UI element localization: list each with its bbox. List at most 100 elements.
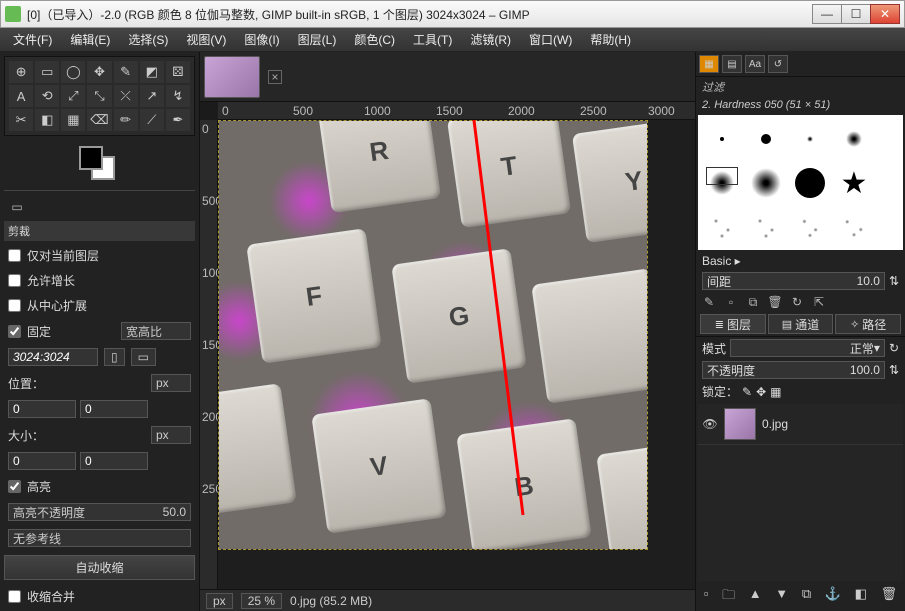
guides-select[interactable]: 无参考线 <box>8 529 191 547</box>
layers-tab[interactable]: ≣ 图层 <box>700 314 766 334</box>
mode-select[interactable]: 正常 ▾ <box>730 339 885 357</box>
del-brush-icon[interactable]: 🗑 <box>766 294 784 310</box>
tool-options-tab[interactable]: ▭ <box>8 199 26 215</box>
shrink-merge-check[interactable] <box>8 590 21 603</box>
menu-windows[interactable]: 窗口(W) <box>524 29 577 50</box>
minimize-button[interactable]: — <box>812 4 842 24</box>
brush-item[interactable] <box>744 117 788 161</box>
paths-tab[interactable]: ✧ 路径 <box>835 314 901 334</box>
status-zoom[interactable]: 25 % <box>241 593 282 609</box>
tool-paint[interactable]: ↗ <box>140 85 164 107</box>
position-unit-select[interactable]: px <box>151 374 191 392</box>
ratio-landscape-button[interactable]: ▭ <box>131 348 156 366</box>
tool-warp[interactable]: ⟲ <box>35 85 59 107</box>
brush-preset-label[interactable]: Basic ▸ <box>702 254 741 268</box>
ruler-vertical[interactable]: 0 500 1000 1500 2000 2500 <box>200 120 218 589</box>
brush-item[interactable] <box>700 205 744 249</box>
opacity-slider[interactable]: 不透明度100.0 <box>702 361 885 379</box>
ratio-portrait-button[interactable]: ▯ <box>104 348 125 366</box>
fixed-check[interactable] <box>8 325 21 338</box>
tool-dodge[interactable]: ⌫ <box>87 109 111 131</box>
tool-transform[interactable]: ⚄ <box>166 61 190 83</box>
menu-help[interactable]: 帮助(H) <box>585 29 636 50</box>
only-current-layer-check[interactable] <box>8 249 21 262</box>
fixed-mode-select[interactable]: 宽高比 <box>121 322 191 340</box>
opacity-spin-icon[interactable]: ⇅ <box>889 363 899 377</box>
tool-bucket[interactable]: ⤢ <box>61 85 85 107</box>
ruler-horizontal[interactable]: 0 500 1000 1500 2000 2500 3000 <box>218 102 695 120</box>
patterns-tab[interactable]: ▤ <box>722 55 742 73</box>
pos-x-input[interactable] <box>8 400 76 418</box>
image-tab-0[interactable] <box>204 56 260 98</box>
mask-icon[interactable]: ◧ <box>855 586 867 608</box>
fg-bg-swatch[interactable] <box>75 144 125 180</box>
refresh-brush-icon[interactable]: ↻ <box>788 294 806 310</box>
tool-free[interactable]: ✥ <box>87 61 111 83</box>
dup-layer-icon[interactable]: ⧉ <box>802 586 811 608</box>
tool-zoom[interactable]: ✒ <box>166 109 190 131</box>
menu-filters[interactable]: 滤镜(R) <box>465 29 516 50</box>
menu-color[interactable]: 颜色(C) <box>349 29 400 50</box>
brushes-tab[interactable]: ▦ <box>699 55 719 73</box>
brush-item[interactable] <box>744 161 788 205</box>
close-image-tab[interactable]: × <box>268 70 282 84</box>
layer-thumbnail[interactable] <box>724 408 756 440</box>
lock-pixels-icon[interactable]: ✎ <box>742 385 752 399</box>
expand-center-check[interactable] <box>8 299 21 312</box>
status-unit[interactable]: px <box>206 593 233 609</box>
menu-layer[interactable]: 图层(L) <box>293 29 342 50</box>
tool-fuzzy[interactable]: ✎ <box>114 61 138 83</box>
dup-brush-icon[interactable]: ⧉ <box>744 294 762 310</box>
tool-ellipse[interactable]: ◯ <box>61 61 85 83</box>
highlight-opacity-slider[interactable]: 高亮不透明度50.0 <box>8 503 191 521</box>
filter-label[interactable]: 过滤 <box>696 77 905 97</box>
fg-color[interactable] <box>79 146 103 170</box>
tool-crop[interactable]: ◩ <box>140 61 164 83</box>
tool-rect[interactable]: ▭ <box>35 61 59 83</box>
canvas[interactable]: R T Y F G V B <box>218 120 695 589</box>
delete-layer-icon[interactable]: 🗑 <box>881 586 898 608</box>
lower-layer-icon[interactable]: ▼ <box>775 586 788 608</box>
pos-y-input[interactable] <box>80 400 148 418</box>
brush-item[interactable] <box>700 161 744 205</box>
mode-reset-icon[interactable]: ↻ <box>889 341 899 355</box>
channels-tab[interactable]: ▤ 通道 <box>768 314 834 334</box>
brush-item[interactable] <box>788 205 832 249</box>
autoshrink-button[interactable]: 自动收缩 <box>4 555 195 580</box>
brush-item[interactable] <box>788 161 832 205</box>
tool-pencil[interactable]: ⤫ <box>114 85 138 107</box>
spacing-slider[interactable]: 间距10.0 <box>702 272 885 290</box>
menu-tools[interactable]: 工具(T) <box>408 29 457 50</box>
new-group-icon[interactable]: 🗀 <box>722 586 735 608</box>
raise-layer-icon[interactable]: ▲ <box>749 586 762 608</box>
edit-brush-icon[interactable]: ✎ <box>700 294 718 310</box>
allow-grow-check[interactable] <box>8 274 21 287</box>
brush-item[interactable] <box>832 117 876 161</box>
size-y-input[interactable] <box>80 452 148 470</box>
tool-move[interactable]: ⊕ <box>9 61 33 83</box>
tool-heal[interactable]: ◧ <box>35 109 59 131</box>
brush-item[interactable] <box>744 205 788 249</box>
tool-erase[interactable]: ↯ <box>166 85 190 107</box>
layer-row[interactable]: 👁 0.jpg <box>698 404 903 445</box>
spacing-spin-icon[interactable]: ⇅ <box>889 274 899 288</box>
maximize-button[interactable]: ☐ <box>841 4 871 24</box>
open-brush-icon[interactable]: ⇱ <box>810 294 828 310</box>
new-brush-icon[interactable]: ▫ <box>722 294 740 310</box>
close-button[interactable]: ✕ <box>870 4 900 24</box>
ratio-input[interactable] <box>8 348 98 366</box>
size-x-input[interactable] <box>8 452 76 470</box>
tool-measure[interactable]: ⟋ <box>140 109 164 131</box>
menu-file[interactable]: 文件(F) <box>8 29 57 50</box>
tool-clone[interactable]: ✂ <box>9 109 33 131</box>
visibility-icon[interactable]: 👁 <box>702 417 718 431</box>
brush-item[interactable]: ★ <box>832 161 876 205</box>
lock-alpha-icon[interactable]: ▦ <box>770 385 781 399</box>
layer-name[interactable]: 0.jpg <box>762 417 788 431</box>
menu-image[interactable]: 图像(I) <box>239 29 284 50</box>
new-layer-icon[interactable]: ▫ <box>704 586 709 608</box>
menu-select[interactable]: 选择(S) <box>123 29 173 50</box>
tool-smudge[interactable]: ▦ <box>61 109 85 131</box>
brush-item[interactable] <box>832 205 876 249</box>
tool-text[interactable]: A <box>9 85 33 107</box>
